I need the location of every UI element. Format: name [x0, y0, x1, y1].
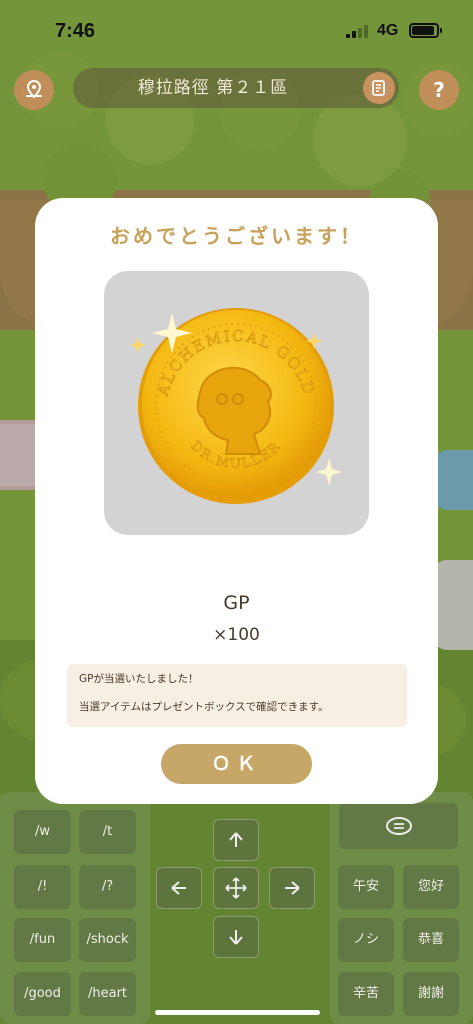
prize-modal: おめでとうございます！ ALCHEMICAL GOLD DR.MULLER GP…: [35, 198, 438, 804]
network-label: 4G: [377, 22, 399, 39]
greet-congrats-button[interactable]: 恭喜: [403, 918, 459, 962]
prize-name: GP: [223, 592, 250, 614]
greet-thanks-work-button[interactable]: 辛苦: [338, 972, 394, 1016]
emote-w-button[interactable]: /w: [14, 810, 71, 854]
message-line-1: GPが当選いたしました！: [79, 673, 199, 685]
dpad-up-button[interactable]: [213, 819, 259, 861]
dpad-center-button[interactable]: [213, 867, 259, 909]
emote-fun-button[interactable]: /fun: [14, 918, 71, 962]
location-name: 穆拉路徑 第２１區: [137, 78, 289, 98]
dpad-left-button[interactable]: [156, 867, 202, 909]
help-button[interactable]: ?: [419, 70, 459, 110]
emote-question-button[interactable]: /?: [79, 865, 136, 909]
greet-hello-button[interactable]: 您好: [403, 865, 459, 909]
battery-icon: [409, 23, 442, 38]
gold-coin-icon: ALCHEMICAL GOLD DR.MULLER: [130, 308, 342, 504]
map-pin-button[interactable]: [14, 70, 54, 110]
modal-title: おめでとうございます！: [110, 224, 363, 248]
emote-panel: /w /t /! /? /fun /shock /good /heart: [0, 792, 150, 1024]
prize-quantity: ×100: [213, 625, 260, 645]
arrow-down-icon: [229, 930, 243, 945]
greet-bye-button[interactable]: ノシ: [338, 918, 394, 962]
greet-good-afternoon-button[interactable]: 午安: [338, 865, 394, 909]
message-line-2: 当選アイテムはプレゼントボックスで確認できます。: [79, 701, 329, 713]
location-bar: 穆拉路徑 第２１區: [73, 68, 399, 108]
memo-icon: [372, 80, 385, 96]
memo-button[interactable]: [363, 72, 395, 104]
dpad-down-button[interactable]: [213, 916, 259, 958]
dpad-right-button[interactable]: [269, 867, 315, 909]
home-indicator[interactable]: [155, 1010, 320, 1015]
help-icon: ?: [433, 78, 445, 102]
message-box: GPが当選いたしました！ 当選アイテムはプレゼントボックスで確認できます。: [67, 664, 407, 727]
move-icon: [225, 877, 247, 899]
chat-button[interactable]: [339, 803, 458, 849]
ok-button[interactable]: ＯＫ: [161, 744, 312, 784]
signal-icon: [346, 24, 370, 38]
emote-exclaim-button[interactable]: /!: [14, 865, 71, 909]
status-bar: 7:46 4G: [0, 0, 473, 60]
arrow-left-icon: [171, 881, 186, 895]
greet-thank-you-button[interactable]: 謝謝: [403, 972, 459, 1016]
arrow-right-icon: [285, 881, 300, 895]
arrow-up-icon: [229, 832, 243, 847]
chat-bubble-icon: [385, 817, 412, 835]
map-pin-icon: [26, 79, 42, 99]
prize-image-frame: ALCHEMICAL GOLD DR.MULLER: [104, 271, 369, 535]
status-time: 7:46: [55, 20, 96, 42]
emote-t-button[interactable]: /t: [79, 810, 136, 854]
emote-good-button[interactable]: /good: [14, 972, 71, 1016]
emote-shock-button[interactable]: /shock: [79, 918, 136, 962]
emote-heart-button[interactable]: /heart: [79, 972, 136, 1016]
